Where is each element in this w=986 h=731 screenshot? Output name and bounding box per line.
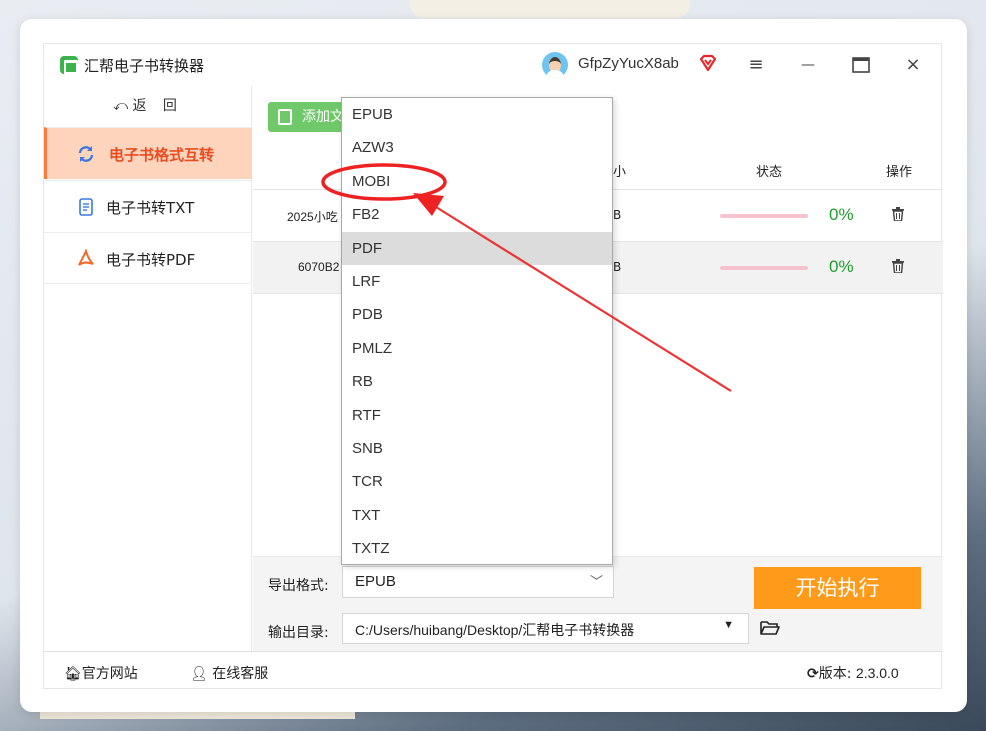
format-option-pdf[interactable]: PDF (342, 231, 612, 265)
background-shape-top (410, 0, 690, 18)
format-option-tcr[interactable]: TCR (342, 465, 612, 498)
sidebar-item-label: 电子书格式互转 (109, 146, 215, 164)
format-option-mobi[interactable]: MOBI (342, 165, 612, 198)
format-option-pmlz[interactable]: PMLZ (342, 332, 612, 365)
start-button[interactable]: 开始执行 (754, 567, 921, 609)
format-option-txt[interactable]: TXT (342, 499, 612, 532)
file-name: 2025小吃 (287, 210, 338, 224)
sidebar: ⤺ 返 回 电子书格式互转 电子书转TXT 电子书转PDF (44, 86, 252, 651)
format-option-rb[interactable]: RB (342, 365, 612, 398)
file-name: 6070B2 (298, 260, 340, 274)
progress-text: 0% (829, 205, 854, 224)
refresh-icon (78, 146, 94, 162)
format-option-rtf[interactable]: RTF (342, 399, 612, 432)
add-file-icon (278, 109, 292, 125)
format-option-epub[interactable]: EPUB (342, 98, 612, 131)
format-dropdown-list: EPUB AZW3 MOBI FB2 PDF LRF PDB PMLZ RB R… (341, 97, 613, 565)
back-button[interactable]: ⤺ 返 回 (44, 86, 252, 126)
export-format-value: EPUB (355, 573, 396, 590)
maximize-button[interactable] (847, 52, 875, 78)
sidebar-item-to-pdf[interactable]: 电子书转PDF (44, 232, 252, 284)
vip-badge-icon[interactable] (698, 53, 718, 73)
version-value: 2.3.0.0 (855, 665, 899, 681)
maximize-icon (852, 57, 870, 73)
username[interactable]: GfpZyYucX8ab (578, 55, 679, 72)
column-header-status: 状态 (756, 165, 783, 180)
column-header-actions: 操作 (886, 165, 913, 180)
menu-icon[interactable]: ≡ (742, 52, 770, 78)
format-option-lrf[interactable]: LRF (342, 265, 612, 298)
sidebar-item-to-txt[interactable]: 电子书转TXT (44, 180, 252, 232)
title-bar: 汇帮电子书转换器 GfpZyYucX8ab ≡ — × (44, 44, 943, 86)
status-bar: 🏠︎官方网站 👤︎ 在线客服 ⟳版本: 2.3.0.0 (44, 651, 943, 690)
progress-text: 0% (829, 257, 854, 276)
app-logo-icon (60, 56, 78, 74)
folder-icon[interactable] (760, 620, 780, 636)
trash-icon[interactable] (892, 259, 904, 273)
sidebar-item-label: 电子书转TXT (106, 199, 195, 217)
sidebar-item-label: 电子书转PDF (106, 251, 196, 269)
export-format-label: 导出格式: (268, 578, 329, 594)
file-size: B (613, 260, 622, 274)
version-label: 版本: (818, 666, 852, 682)
format-option-azw3[interactable]: AZW3 (342, 131, 612, 164)
output-dir-label: 输出目录: (268, 625, 329, 641)
dropdown-arrow-icon: ▼ (723, 619, 734, 631)
support-agent-icon: 👤︎ (190, 666, 213, 682)
official-website-label: 官方网站 (81, 666, 138, 682)
add-file-button[interactable]: 添加文 (268, 102, 348, 132)
back-arrow-icon: ⤺ (113, 98, 133, 114)
output-dir-select[interactable]: C:/Users/huibang/Desktop/汇帮电子书转换器 ▼ (342, 613, 749, 644)
back-label: 返 回 (132, 98, 183, 114)
format-option-fb2[interactable]: FB2 (342, 198, 612, 231)
trash-icon[interactable] (892, 207, 904, 221)
background-shape-bottom (40, 711, 355, 719)
progress-bar (720, 266, 808, 270)
home-icon: 🏠︎ (64, 666, 82, 682)
pdf-icon (78, 249, 94, 266)
column-header-size: 小 (613, 165, 627, 180)
close-button[interactable]: × (899, 52, 927, 78)
user-avatar[interactable] (542, 52, 568, 78)
version-info: ⟳版本: 2.3.0.0 (807, 663, 899, 683)
format-option-txtz[interactable]: TXTZ (342, 532, 612, 565)
add-file-label: 添加文 (302, 109, 344, 125)
format-option-pdb[interactable]: PDB (342, 298, 612, 331)
sidebar-item-format-convert[interactable]: 电子书格式互转 (44, 127, 252, 179)
chevron-down-icon: ﹀ (589, 574, 603, 589)
format-option-snb[interactable]: SNB (342, 432, 612, 465)
refresh-icon: ⟳ (807, 666, 819, 682)
file-size: B (613, 208, 622, 222)
app-title: 汇帮电子书转换器 (84, 57, 205, 75)
progress-bar (720, 214, 808, 218)
document-icon (79, 198, 93, 216)
official-website-link[interactable]: 🏠︎官方网站 (64, 663, 138, 683)
output-dir-value: C:/Users/huibang/Desktop/汇帮电子书转换器 (355, 622, 635, 638)
export-format-select[interactable]: EPUB ﹀ (342, 566, 614, 598)
online-support-link[interactable]: 👤︎ 在线客服 (190, 663, 268, 683)
minimize-button[interactable]: — (794, 52, 822, 78)
online-support-label: 在线客服 (212, 666, 269, 682)
